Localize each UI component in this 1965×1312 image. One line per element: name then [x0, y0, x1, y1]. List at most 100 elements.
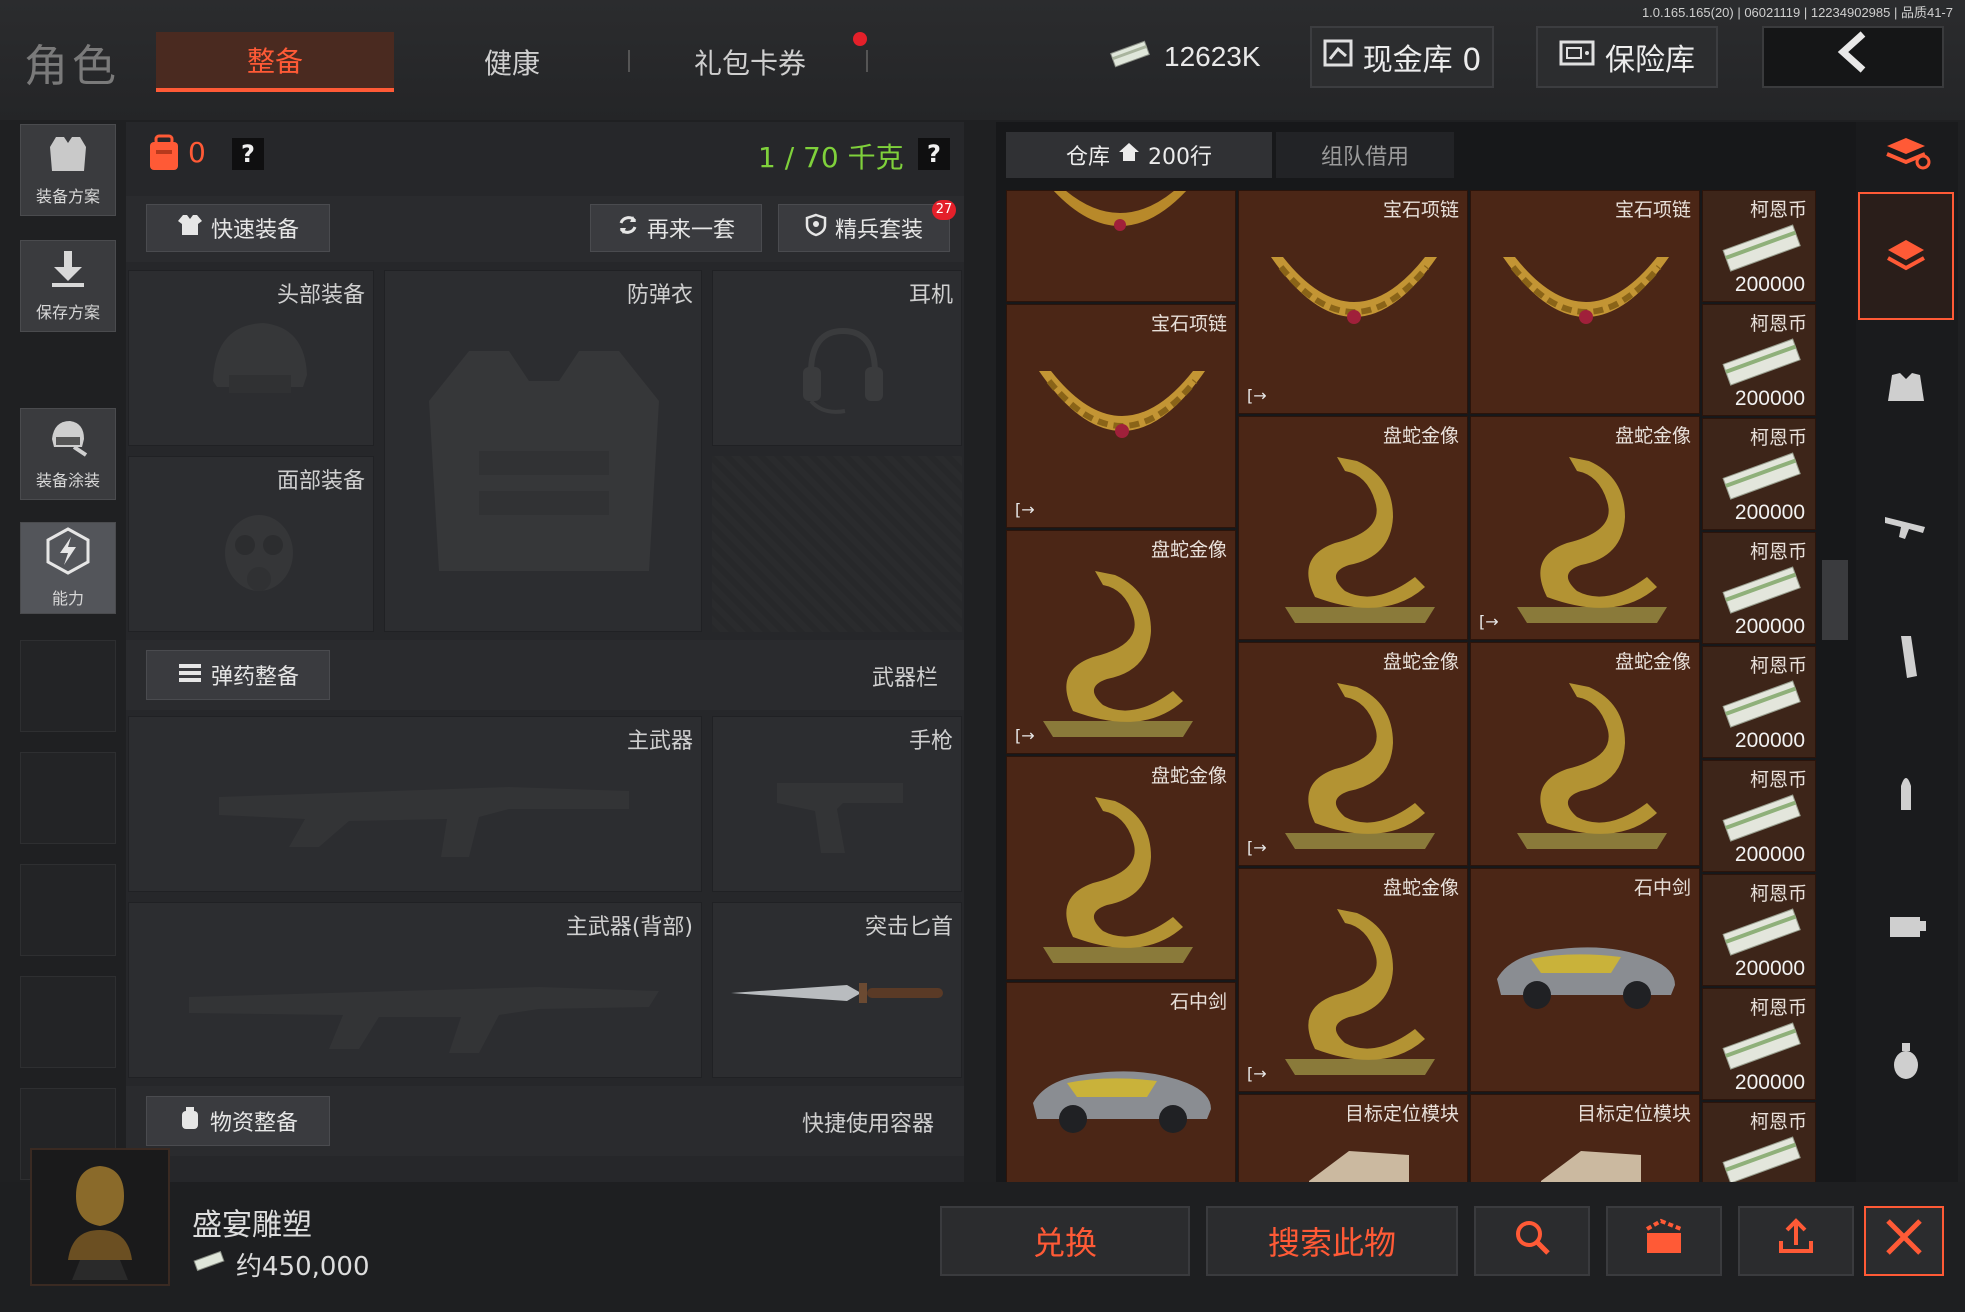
close-button[interactable] — [1864, 1206, 1944, 1276]
tab-health[interactable]: 健康 — [412, 32, 612, 92]
item-car[interactable]: 石中剑 — [1470, 868, 1700, 1092]
item-necklace[interactable] — [1006, 190, 1236, 302]
category-magazine-button[interactable] — [1860, 604, 1952, 714]
refresh-icon — [617, 214, 639, 242]
item-coin[interactable]: 柯恩币 — [1702, 1102, 1816, 1182]
item-necklace[interactable]: 宝石项链 [→ — [1006, 304, 1236, 528]
pistol-icon — [777, 783, 903, 853]
item-snake-statue[interactable]: 盘蛇金像 [→ — [1238, 642, 1468, 866]
again-button[interactable]: 再来一套 — [590, 204, 762, 252]
item-coin[interactable]: 柯恩币 200000 — [1702, 532, 1816, 644]
open-box-button[interactable] — [1606, 1206, 1722, 1276]
primary-weapon-slot[interactable]: 主武器 — [128, 716, 702, 892]
face-slot[interactable]: 面部装备 — [128, 456, 374, 632]
team-borrow-tab[interactable]: 组队借用 — [1276, 132, 1454, 178]
item-snake-statue[interactable]: 盘蛇金像 [→ — [1006, 530, 1236, 754]
head-slot[interactable]: 头部装备 — [128, 270, 374, 446]
tab-equip[interactable]: 整备 — [156, 32, 394, 92]
ability-button[interactable]: 能力 — [20, 522, 116, 614]
move-icon[interactable]: [→ — [1247, 1064, 1267, 1083]
close-icon — [1882, 1215, 1926, 1267]
elite-set-button[interactable]: 精兵套装 — [778, 204, 950, 252]
weight-help-button[interactable]: ? — [918, 138, 950, 170]
category-attachment-button[interactable] — [1860, 872, 1952, 982]
home-icon — [1118, 142, 1140, 168]
equip-paint-button[interactable]: 装备涂装 — [20, 408, 116, 500]
item-coin[interactable]: 柯恩币 200000 — [1702, 646, 1816, 758]
empty-slot — [20, 976, 116, 1068]
armor-slot[interactable]: 防弹衣 — [384, 270, 702, 632]
category-all-button[interactable] — [1860, 104, 1952, 204]
back-button[interactable] — [1762, 26, 1944, 88]
car-icon — [1497, 947, 1675, 1009]
category-rifle-button[interactable] — [1860, 470, 1952, 580]
move-icon[interactable]: [→ — [1015, 500, 1035, 519]
item-coin[interactable]: 柯恩币 200000 — [1702, 874, 1816, 986]
item-coin[interactable]: 柯恩币 200000 — [1702, 418, 1816, 530]
save-plan-button[interactable]: 保存方案 — [20, 240, 116, 332]
item-snake-statue[interactable]: 盘蛇金像 — [1238, 416, 1468, 640]
item-snake-statue[interactable]: 盘蛇金像 [→ — [1470, 416, 1700, 640]
item-target-module[interactable]: 目标定位模块 — [1238, 1094, 1468, 1182]
cash-stack-icon — [1722, 338, 1801, 386]
category-ammo-button[interactable] — [1860, 738, 1952, 848]
warehouse-scrollbar[interactable] — [1822, 560, 1848, 640]
move-icon[interactable]: [→ — [1247, 386, 1267, 405]
snake-statue-icon — [1517, 683, 1667, 849]
notification-dot — [853, 32, 867, 46]
helmet-icon — [213, 323, 307, 393]
backpack-icon — [144, 132, 184, 172]
necklace-icon — [1039, 371, 1205, 438]
chevron-left-icon — [1835, 30, 1871, 85]
item-name: 目标定位模块 — [1576, 1103, 1691, 1125]
category-grenade-button[interactable] — [1860, 1006, 1952, 1116]
exchange-button[interactable]: 兑换 — [940, 1206, 1190, 1276]
item-coin[interactable]: 柯恩币 200000 — [1702, 190, 1816, 302]
selected-item-price: 约450,000 — [192, 1246, 370, 1283]
move-icon[interactable]: [→ — [1247, 838, 1267, 857]
item-car[interactable]: 石中剑 — [1006, 982, 1236, 1182]
move-icon[interactable]: [→ — [1015, 726, 1035, 745]
item-name: 盘蛇金像 — [1382, 425, 1459, 447]
headset-icon — [803, 327, 883, 414]
ammo-equip-button[interactable]: 弹药整备 — [146, 650, 330, 700]
pistol-slot[interactable]: 手枪 — [712, 716, 962, 892]
move-icon[interactable]: [→ — [1479, 612, 1499, 631]
unload-button[interactable] — [1738, 1206, 1854, 1276]
item-coin[interactable]: 柯恩币 200000 — [1702, 304, 1816, 416]
ammo-equip-label: 弹药整备 — [210, 665, 299, 690]
cash-display: 12623K — [1108, 28, 1268, 86]
item-necklace[interactable]: 宝石项链 [→ — [1238, 190, 1468, 414]
primary-back-slot[interactable]: 主武器(背部) — [128, 902, 702, 1078]
item-coin[interactable]: 柯恩币 200000 — [1702, 988, 1816, 1100]
vest-icon — [46, 133, 90, 177]
selected-item-thumb — [30, 1148, 170, 1286]
supply-equip-button[interactable]: 物资整备 — [146, 1096, 330, 1146]
search-item-button[interactable]: 搜索此物 — [1206, 1206, 1458, 1276]
item-necklace[interactable]: 宝石项链 — [1470, 190, 1700, 414]
safe-button[interactable]: 保险库 — [1536, 26, 1718, 88]
cash-vault-button[interactable]: 现金库 0 — [1310, 26, 1494, 88]
item-coin[interactable]: 柯恩币 200000 — [1702, 760, 1816, 872]
item-snake-statue[interactable]: 盘蛇金像 [→ — [1238, 868, 1468, 1092]
search-button[interactable] — [1474, 1206, 1590, 1276]
version-text: 1.0.165.165(20) | 06021119 | 12234902985… — [1641, 5, 1953, 20]
dagger-slot[interactable]: 突击匕首 — [712, 902, 962, 1078]
headset-slot[interactable]: 耳机 — [712, 270, 962, 446]
item-snake-statue[interactable]: 盘蛇金像 — [1006, 756, 1236, 980]
weapon-bar-label: 武器栏 — [872, 666, 939, 691]
backpack-help-button[interactable]: ? — [232, 138, 264, 170]
tab-gift[interactable]: 礼包卡券 — [650, 32, 850, 92]
empty-slot — [20, 640, 116, 732]
coin-name: 柯恩币 — [1749, 541, 1807, 563]
selected-item-name: 盛宴雕塑 — [192, 1208, 312, 1243]
supply-icon — [178, 1105, 202, 1137]
quick-equip-button[interactable]: 快速装备 — [146, 204, 330, 252]
category-items-button[interactable] — [1858, 192, 1954, 320]
equip-plan-button[interactable]: 装备方案 — [20, 124, 116, 216]
item-target-module[interactable]: 目标定位模块 — [1470, 1094, 1700, 1182]
coin-amount: 200000 — [1734, 615, 1805, 638]
item-snake-statue[interactable]: 盘蛇金像 — [1470, 642, 1700, 866]
category-armor-button[interactable] — [1860, 334, 1952, 444]
warehouse-tab[interactable]: 仓库 200行 — [1006, 132, 1272, 178]
